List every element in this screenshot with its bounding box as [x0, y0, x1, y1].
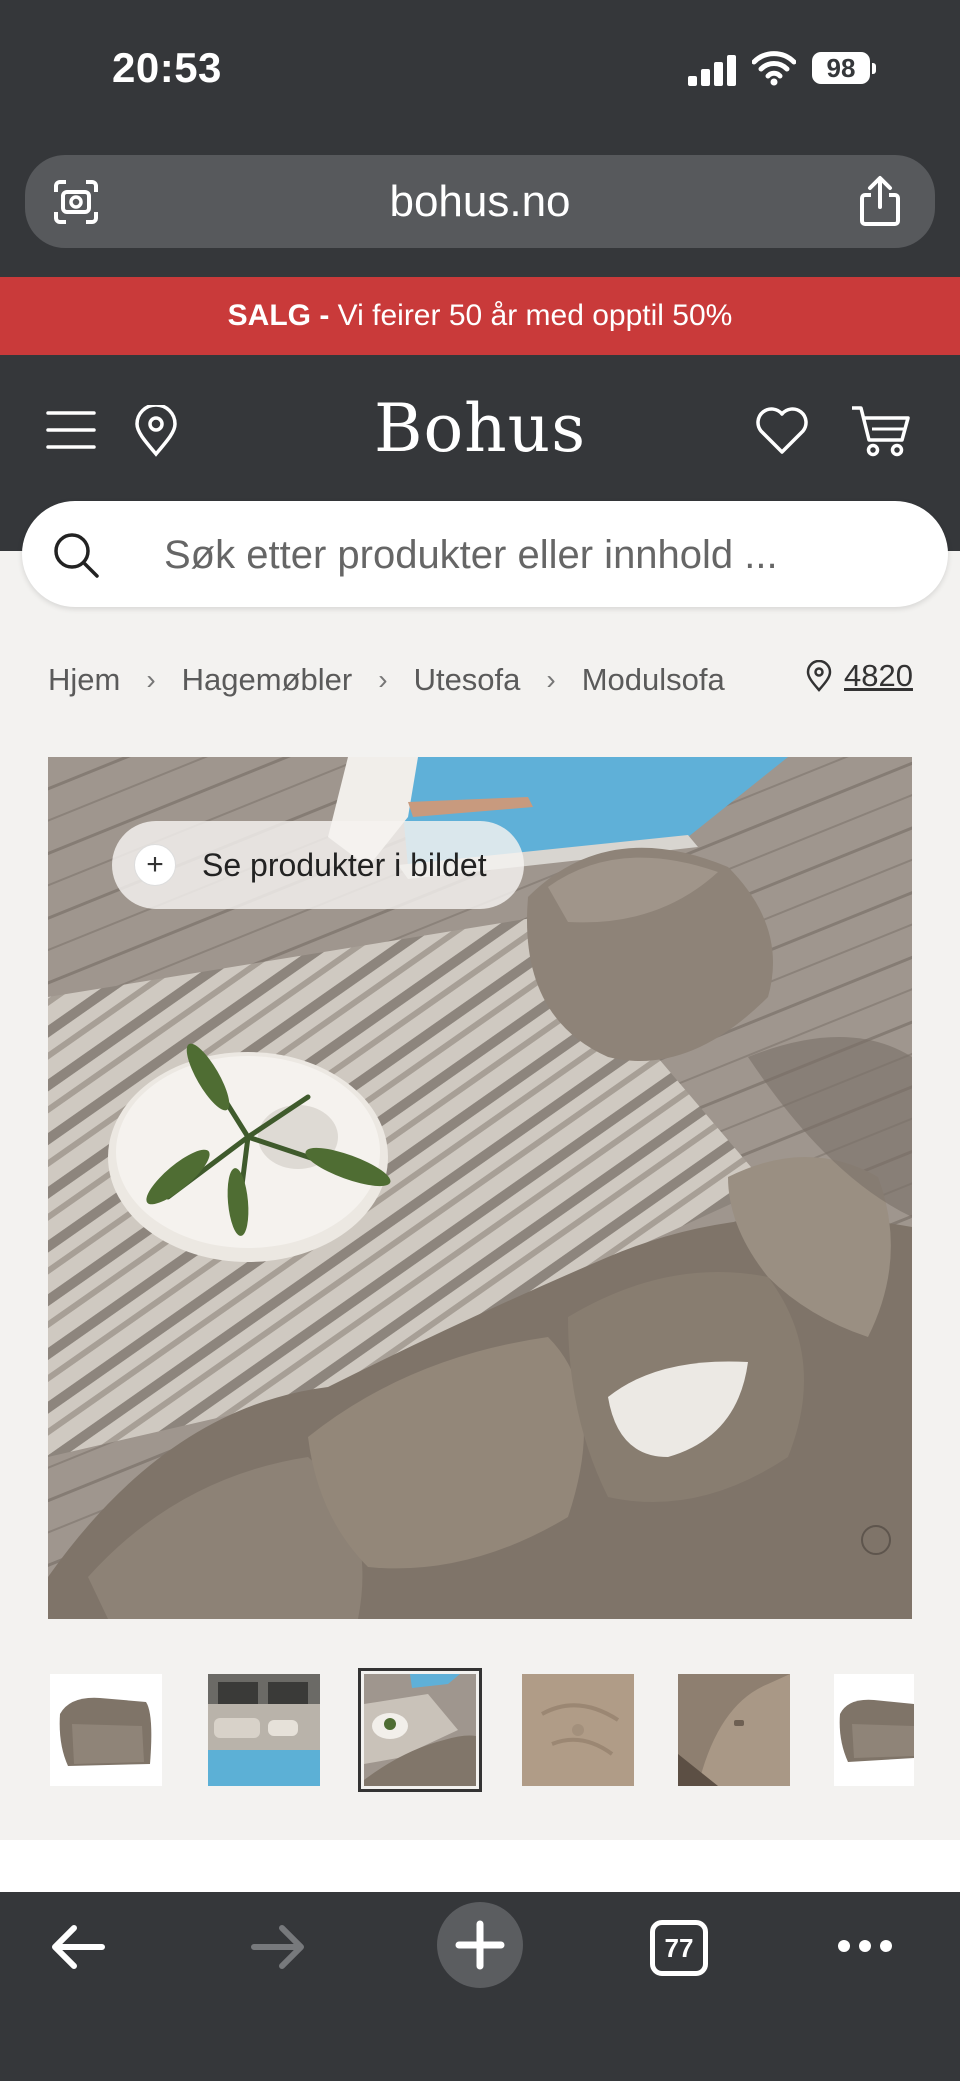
- thumbnail-strip: [50, 1668, 960, 1792]
- forward-arrow-icon[interactable]: [250, 1922, 306, 1972]
- cellular-signal-icon: [688, 54, 738, 86]
- battery-icon: 98: [812, 52, 876, 86]
- new-tab-button[interactable]: [437, 1902, 523, 1988]
- url-text[interactable]: bohus.no: [25, 177, 935, 227]
- thumbnail-4[interactable]: [522, 1674, 634, 1786]
- address-bar[interactable]: bohus.no: [25, 155, 935, 248]
- status-time: 20:53: [112, 44, 222, 91]
- bohus-logo[interactable]: Bohus: [0, 390, 960, 467]
- breadcrumb-item-utesofa[interactable]: Utesofa: [414, 662, 521, 698]
- chevron-right-icon: ›: [378, 664, 388, 695]
- thumbnail-1[interactable]: [50, 1674, 162, 1786]
- back-arrow-icon[interactable]: [50, 1922, 106, 1972]
- wifi-icon: [751, 50, 797, 86]
- see-products-label: Se produkter i bildet: [202, 846, 487, 883]
- share-icon[interactable]: [857, 175, 903, 227]
- chevron-right-icon: ›: [146, 664, 156, 695]
- search-input[interactable]: [162, 521, 906, 589]
- content-divider: [0, 1840, 960, 1892]
- location-pin-icon: [806, 660, 832, 692]
- sale-banner[interactable]: SALG - Vi feirer 50 år med opptil 50%: [0, 277, 960, 355]
- chevron-right-icon: ›: [546, 664, 556, 695]
- thumbnail-5[interactable]: [678, 1674, 790, 1786]
- thumbnail-6[interactable]: [834, 1674, 914, 1786]
- selected-store[interactable]: 4820: [806, 658, 913, 694]
- wishlist-heart-icon[interactable]: [754, 404, 810, 456]
- plus-icon: +: [134, 844, 176, 886]
- breadcrumb-item-hagemobler[interactable]: Hagemøbler: [182, 662, 353, 698]
- sale-banner-text: Vi feirer 50 år med opptil 50%: [329, 299, 733, 332]
- battery-level: 98: [812, 52, 870, 84]
- sale-banner-bold: SALG -: [227, 299, 330, 332]
- store-number[interactable]: 4820: [844, 658, 913, 694]
- more-icon[interactable]: [836, 1936, 894, 1956]
- cart-icon[interactable]: [850, 404, 912, 458]
- breadcrumb-item-modulsofa[interactable]: Modulsofa: [582, 662, 725, 698]
- breadcrumb: Hjem › Hagemøbler › Utesofa › Modulsofa: [48, 660, 725, 700]
- thumbnail-3-selected[interactable]: [358, 1668, 482, 1792]
- see-products-in-image-button[interactable]: + Se produkter i bildet: [112, 821, 524, 909]
- search-bar[interactable]: [22, 501, 948, 607]
- product-hero-image[interactable]: + Se produkter i bildet: [48, 757, 912, 1619]
- tabs-count-button[interactable]: 77: [650, 1920, 708, 1976]
- breadcrumb-item-hjem[interactable]: Hjem: [48, 662, 120, 698]
- search-icon[interactable]: [52, 531, 100, 579]
- plus-icon: [455, 1920, 505, 1970]
- thumbnail-2[interactable]: [208, 1674, 320, 1786]
